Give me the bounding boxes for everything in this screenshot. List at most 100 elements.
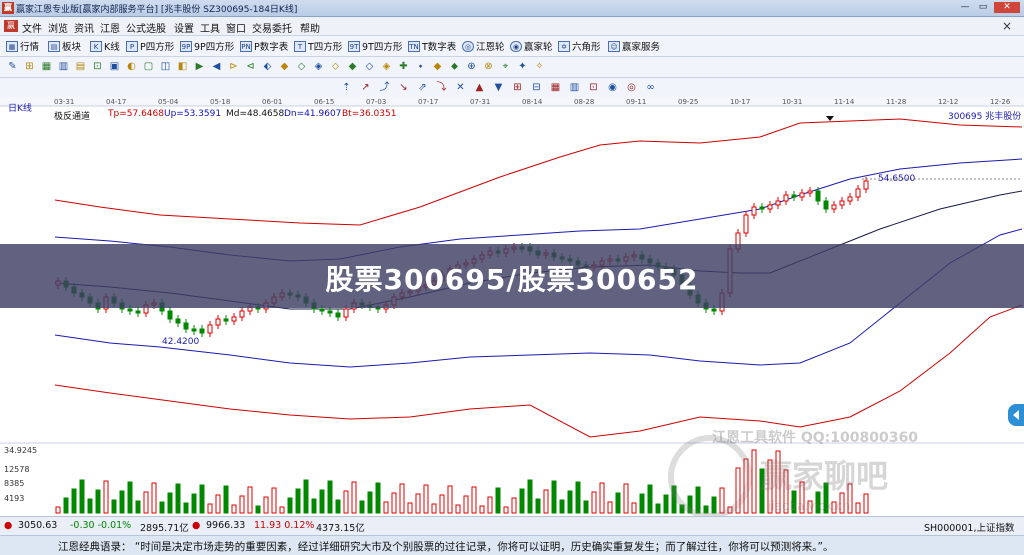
draw-tool-16-icon[interactable]: ◆ (278, 60, 291, 73)
9p-icon: 9P (180, 40, 192, 52)
analysis-tool-4-icon[interactable]: ⇗ (416, 81, 429, 94)
volume-bar (255, 505, 261, 514)
menu-tools[interactable]: 工具 (200, 20, 220, 35)
draw-tool-1-icon[interactable]: ⊞ (23, 60, 36, 73)
draw-tool-9-icon[interactable]: ◫ (159, 60, 172, 73)
menu-gann[interactable]: 江恩 (100, 20, 120, 35)
draw-tool-3-icon[interactable]: ▥ (57, 60, 70, 73)
draw-tool-17-icon[interactable]: ◇ (295, 60, 308, 73)
toolbar-hexagon-button[interactable]: ✡ 六角形 (558, 39, 601, 53)
toolbar-service-button[interactable]: ☺ 赢家服务 (608, 39, 660, 53)
draw-tool-13-icon[interactable]: ⊳ (227, 60, 240, 73)
analysis-tool-7-icon[interactable]: ▲ (473, 81, 486, 94)
draw-tool-10-icon[interactable]: ◧ (176, 60, 189, 73)
volume-bar (135, 500, 141, 514)
volume-bar (71, 488, 77, 514)
menu-formula[interactable]: 公式选股 (126, 20, 166, 35)
minimize-button[interactable]: — (958, 2, 972, 13)
k-icon: K (90, 40, 102, 52)
menu-news[interactable]: 资讯 (74, 20, 94, 35)
volume-bar (239, 495, 245, 514)
analysis-tool-13-icon[interactable]: ⊡ (587, 81, 600, 94)
draw-tool-30-icon[interactable]: ✦ (516, 60, 529, 73)
volume-bar (87, 498, 93, 514)
draw-tool-8-icon[interactable]: ▢ (142, 60, 155, 73)
toolbar-9t-square-button[interactable]: 9T 9T四方形 (348, 39, 402, 53)
analysis-tool-9-icon[interactable]: ⊞ (511, 81, 524, 94)
draw-tool-7-icon[interactable]: ◐ (125, 60, 138, 73)
draw-tool-29-icon[interactable]: ⌖ (499, 60, 512, 73)
volume-bar (287, 497, 293, 514)
toolbar-sector-button[interactable]: ▤ 板块 (48, 39, 81, 53)
draw-tool-20-icon[interactable]: ◆ (346, 60, 359, 73)
menu-browse[interactable]: 浏览 (48, 20, 68, 35)
mdi-close-icon[interactable]: × (1002, 19, 1012, 33)
menu-settings[interactable]: 设置 (174, 20, 194, 35)
draw-tool-15-icon[interactable]: ⬖ (261, 60, 274, 73)
analysis-tool-1-icon[interactable]: ↗ (359, 81, 372, 94)
menu-trade[interactable]: 交易委托 (252, 20, 292, 35)
analysis-tool-0-icon[interactable]: ⇡ (340, 81, 353, 94)
draw-tool-27-icon[interactable]: ⊕ (465, 60, 478, 73)
draw-tool-19-icon[interactable]: ⬦ (329, 60, 342, 73)
date-tick: 12-26 (990, 98, 1011, 106)
candle-body (343, 308, 349, 318)
date-tick: 06-15 (314, 98, 334, 106)
toolbar-t-number-button[interactable]: TN T数字表 (408, 39, 456, 53)
draw-tool-21-icon[interactable]: ◇ (363, 60, 376, 73)
analysis-toolbar: ⇡ ↗ ⤴ ↘ ⇗ ⤵ ✕ ▲ ▼ ⊞ ⊟ ▦ ▥ ⊡ ◉ ◎ ∞ (0, 78, 1024, 98)
toolbar-kline-button[interactable]: K K线 (90, 39, 120, 53)
close-button[interactable]: ✕ (994, 2, 1020, 13)
draw-tool-11-icon[interactable]: ▶ (193, 60, 206, 73)
toolbar-quotes-button[interactable]: ▦ 行情 (6, 39, 39, 53)
analysis-tool-8-icon[interactable]: ▼ (492, 81, 505, 94)
analysis-tool-5-icon[interactable]: ⤵ (435, 81, 448, 94)
draw-tool-26-icon[interactable]: ⬥ (448, 60, 461, 73)
draw-tool-4-icon[interactable]: ▤ (74, 60, 87, 73)
volume-bar (391, 492, 397, 514)
draw-tool-14-icon[interactable]: ⊲ (244, 60, 257, 73)
candle-body (327, 310, 333, 314)
draw-tool-25-icon[interactable]: ◆ (431, 60, 444, 73)
side-expand-button[interactable] (1008, 404, 1024, 426)
draw-tool-22-icon[interactable]: ◈ (380, 60, 393, 73)
draw-tool-12-icon[interactable]: ◀ (210, 60, 223, 73)
toolbar-9p-square-button[interactable]: 9P 9P四方形 (180, 39, 234, 53)
date-axis-bg (0, 97, 1024, 106)
draw-tool-2-icon[interactable]: ▦ (40, 60, 53, 73)
menu-file[interactable]: 文件 (22, 20, 42, 35)
toolbar-p-square-button[interactable]: P P四方形 (126, 39, 174, 53)
analysis-tool-10-icon[interactable]: ⊟ (530, 81, 543, 94)
analysis-tool-6-icon[interactable]: ✕ (454, 81, 467, 94)
analysis-tool-16-icon[interactable]: ∞ (644, 81, 657, 94)
maximize-button[interactable]: ▭ (976, 2, 990, 13)
toolbar-p-number-button[interactable]: PN P数字表 (240, 39, 288, 53)
menu-window[interactable]: 窗口 (226, 20, 246, 35)
menu-bar: 赢 文件 浏览 资讯 江恩 公式选股 设置 工具 窗口 交易委托 帮助 × (0, 17, 1024, 36)
candle-body (207, 324, 213, 334)
draw-tool-5-icon[interactable]: ⊡ (91, 60, 104, 73)
analysis-tool-11-icon[interactable]: ▦ (549, 81, 562, 94)
draw-tool-31-icon[interactable]: ✧ (533, 60, 546, 73)
menu-help[interactable]: 帮助 (300, 20, 320, 35)
analysis-tool-3-icon[interactable]: ↘ (397, 81, 410, 94)
draw-tool-24-icon[interactable]: ⬩ (414, 60, 427, 73)
analysis-tool-2-icon[interactable]: ⤴ (378, 81, 391, 94)
indicator-dn: Dn=41.9607 (284, 109, 342, 119)
toolbar-t-square-button[interactable]: T T四方形 (294, 39, 342, 53)
draw-tool-23-icon[interactable]: ✚ (397, 60, 410, 73)
analysis-tool-15-icon[interactable]: ◎ (625, 81, 638, 94)
toolbar-gann-wheel-button[interactable]: ◎ 江恩轮 (462, 39, 505, 53)
candle-body (135, 310, 141, 314)
analysis-tool-14-icon[interactable]: ◉ (606, 81, 619, 94)
candle-body (831, 204, 837, 210)
draw-tool-18-icon[interactable]: ◈ (312, 60, 325, 73)
draw-tool-6-icon[interactable]: ▣ (108, 60, 121, 73)
volume-bar (415, 493, 421, 514)
analysis-tool-12-icon[interactable]: ▥ (568, 81, 581, 94)
toolbar-winner-wheel-button[interactable]: ◉ 赢家轮 (510, 39, 553, 53)
p-icon: P (126, 40, 138, 52)
draw-tool-28-icon[interactable]: ⊗ (482, 60, 495, 73)
volume-bar (159, 501, 165, 514)
draw-tool-0-icon[interactable]: ✎ (6, 60, 19, 73)
